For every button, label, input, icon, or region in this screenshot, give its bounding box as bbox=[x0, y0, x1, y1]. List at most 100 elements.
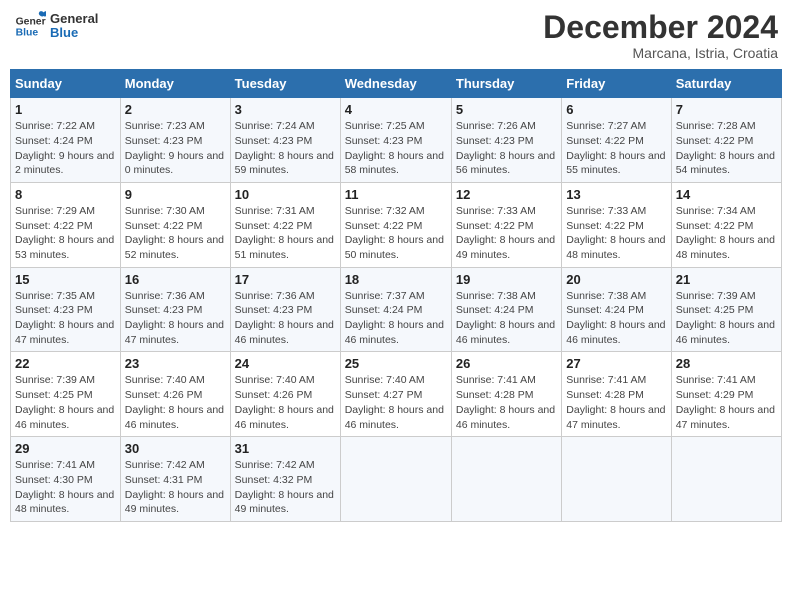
day-number: 31 bbox=[235, 441, 336, 456]
calendar-table: SundayMondayTuesdayWednesdayThursdayFrid… bbox=[10, 69, 782, 522]
logo: General Blue General Blue bbox=[14, 10, 98, 42]
calendar-cell: 13 Sunrise: 7:33 AMSunset: 4:22 PMDayligh… bbox=[562, 182, 671, 267]
header-thursday: Thursday bbox=[451, 70, 561, 98]
day-info: Sunrise: 7:36 AMSunset: 4:23 PMDaylight:… bbox=[235, 290, 334, 346]
calendar-title: December 2024 bbox=[543, 10, 778, 45]
calendar-cell: 26Sunrise: 7:41 AMSunset: 4:28 PMDayligh… bbox=[451, 352, 561, 437]
day-number: 9 bbox=[125, 187, 226, 202]
day-info: Sunrise: 7:31 AMSunset: 4:22 PMDaylight:… bbox=[235, 205, 334, 261]
header-sunday: Sunday bbox=[11, 70, 121, 98]
day-info: Sunrise: 7:41 AMSunset: 4:28 PMDaylight:… bbox=[566, 374, 665, 430]
header-friday: Friday bbox=[562, 70, 671, 98]
calendar-cell: 16 Sunrise: 7:36 AMSunset: 4:23 PMDayligh… bbox=[120, 267, 230, 352]
day-info: Sunrise: 7:33 AMSunset: 4:22 PMDaylight:… bbox=[566, 205, 665, 261]
calendar-cell bbox=[562, 437, 671, 522]
calendar-cell: 17 Sunrise: 7:36 AMSunset: 4:23 PMDayligh… bbox=[230, 267, 340, 352]
day-info: Sunrise: 7:36 AMSunset: 4:23 PMDaylight:… bbox=[125, 290, 224, 346]
day-info: Sunrise: 7:33 AMSunset: 4:22 PMDaylight:… bbox=[456, 205, 555, 261]
day-info: Sunrise: 7:39 AMSunset: 4:25 PMDaylight:… bbox=[676, 290, 775, 346]
day-number: 30 bbox=[125, 441, 226, 456]
calendar-subtitle: Marcana, Istria, Croatia bbox=[543, 45, 778, 61]
day-info: Sunrise: 7:23 AMSunset: 4:23 PMDaylight:… bbox=[125, 120, 224, 176]
header-saturday: Saturday bbox=[671, 70, 781, 98]
calendar-cell: 14Sunrise: 7:34 AMSunset: 4:22 PMDayligh… bbox=[671, 182, 781, 267]
day-info: Sunrise: 7:41 AMSunset: 4:30 PMDaylight:… bbox=[15, 459, 114, 515]
day-info: Sunrise: 7:37 AMSunset: 4:24 PMDaylight:… bbox=[345, 290, 444, 346]
calendar-cell: 12 Sunrise: 7:33 AMSunset: 4:22 PMDayligh… bbox=[451, 182, 561, 267]
day-number: 15 bbox=[15, 272, 116, 287]
day-number: 16 bbox=[125, 272, 226, 287]
day-number: 23 bbox=[125, 356, 226, 371]
day-info: Sunrise: 7:40 AMSunset: 4:26 PMDaylight:… bbox=[125, 374, 224, 430]
calendar-cell: 25 Sunrise: 7:40 AMSunset: 4:27 PMDayligh… bbox=[340, 352, 451, 437]
calendar-cell: 7 Sunrise: 7:28 AMSunset: 4:22 PMDaylight… bbox=[671, 98, 781, 183]
calendar-cell: 10 Sunrise: 7:31 AMSunset: 4:22 PMDayligh… bbox=[230, 182, 340, 267]
calendar-cell: 27 Sunrise: 7:41 AMSunset: 4:28 PMDayligh… bbox=[562, 352, 671, 437]
calendar-cell: 31Sunrise: 7:42 AMSunset: 4:32 PMDayligh… bbox=[230, 437, 340, 522]
day-number: 24 bbox=[235, 356, 336, 371]
calendar-cell: 15 Sunrise: 7:35 AMSunset: 4:23 PMDayligh… bbox=[11, 267, 121, 352]
svg-text:Blue: Blue bbox=[16, 28, 39, 39]
day-info: Sunrise: 7:22 AMSunset: 4:24 PMDaylight:… bbox=[15, 120, 114, 176]
day-info: Sunrise: 7:35 AMSunset: 4:23 PMDaylight:… bbox=[15, 290, 114, 346]
calendar-cell: 19Sunrise: 7:38 AMSunset: 4:24 PMDayligh… bbox=[451, 267, 561, 352]
calendar-cell bbox=[340, 437, 451, 522]
day-number: 17 bbox=[235, 272, 336, 287]
day-info: Sunrise: 7:40 AMSunset: 4:26 PMDaylight:… bbox=[235, 374, 334, 430]
day-number: 22 bbox=[15, 356, 116, 371]
header-monday: Monday bbox=[120, 70, 230, 98]
day-number: 6 bbox=[566, 102, 666, 117]
day-info: Sunrise: 7:40 AMSunset: 4:27 PMDaylight:… bbox=[345, 374, 444, 430]
day-number: 29 bbox=[15, 441, 116, 456]
day-number: 8 bbox=[15, 187, 116, 202]
calendar-week-2: 8Sunrise: 7:29 AMSunset: 4:22 PMDaylight… bbox=[11, 182, 782, 267]
calendar-cell: 22 Sunrise: 7:39 AMSunset: 4:25 PMDayligh… bbox=[11, 352, 121, 437]
day-info: Sunrise: 7:42 AMSunset: 4:31 PMDaylight:… bbox=[125, 459, 224, 515]
calendar-cell: 9 Sunrise: 7:30 AMSunset: 4:22 PMDaylight… bbox=[120, 182, 230, 267]
calendar-cell: 24 Sunrise: 7:40 AMSunset: 4:26 PMDayligh… bbox=[230, 352, 340, 437]
calendar-cell: 3 Sunrise: 7:24 AMSunset: 4:23 PMDaylight… bbox=[230, 98, 340, 183]
header-tuesday: Tuesday bbox=[230, 70, 340, 98]
calendar-cell: 21 Sunrise: 7:39 AMSunset: 4:25 PMDayligh… bbox=[671, 267, 781, 352]
day-number: 10 bbox=[235, 187, 336, 202]
day-number: 4 bbox=[345, 102, 447, 117]
calendar-week-5: 29 Sunrise: 7:41 AMSunset: 4:30 PMDayligh… bbox=[11, 437, 782, 522]
day-number: 20 bbox=[566, 272, 666, 287]
day-info: Sunrise: 7:27 AMSunset: 4:22 PMDaylight:… bbox=[566, 120, 665, 176]
calendar-header-row: SundayMondayTuesdayWednesdayThursdayFrid… bbox=[11, 70, 782, 98]
calendar-cell: 11Sunrise: 7:32 AMSunset: 4:22 PMDayligh… bbox=[340, 182, 451, 267]
day-info: Sunrise: 7:38 AMSunset: 4:24 PMDaylight:… bbox=[566, 290, 665, 346]
calendar-cell bbox=[451, 437, 561, 522]
day-number: 25 bbox=[345, 356, 447, 371]
day-info: Sunrise: 7:28 AMSunset: 4:22 PMDaylight:… bbox=[676, 120, 775, 176]
day-number: 12 bbox=[456, 187, 557, 202]
calendar-week-1: 1 Sunrise: 7:22 AMSunset: 4:24 PMDaylight… bbox=[11, 98, 782, 183]
day-number: 27 bbox=[566, 356, 666, 371]
title-block: December 2024 Marcana, Istria, Croatia bbox=[543, 10, 778, 61]
day-info: Sunrise: 7:41 AMSunset: 4:29 PMDaylight:… bbox=[676, 374, 775, 430]
day-number: 13 bbox=[566, 187, 666, 202]
day-info: Sunrise: 7:26 AMSunset: 4:23 PMDaylight:… bbox=[456, 120, 555, 176]
day-number: 1 bbox=[15, 102, 116, 117]
calendar-week-4: 22 Sunrise: 7:39 AMSunset: 4:25 PMDayligh… bbox=[11, 352, 782, 437]
calendar-cell: 29 Sunrise: 7:41 AMSunset: 4:30 PMDayligh… bbox=[11, 437, 121, 522]
day-info: Sunrise: 7:39 AMSunset: 4:25 PMDaylight:… bbox=[15, 374, 114, 430]
day-info: Sunrise: 7:30 AMSunset: 4:22 PMDaylight:… bbox=[125, 205, 224, 261]
calendar-cell: 6 Sunrise: 7:27 AMSunset: 4:22 PMDaylight… bbox=[562, 98, 671, 183]
calendar-cell: 28Sunrise: 7:41 AMSunset: 4:29 PMDayligh… bbox=[671, 352, 781, 437]
calendar-cell: 4Sunrise: 7:25 AMSunset: 4:23 PMDaylight… bbox=[340, 98, 451, 183]
calendar-cell bbox=[671, 437, 781, 522]
logo-general: General bbox=[50, 12, 98, 26]
day-number: 21 bbox=[676, 272, 777, 287]
calendar-cell: 30 Sunrise: 7:42 AMSunset: 4:31 PMDayligh… bbox=[120, 437, 230, 522]
logo-blue: Blue bbox=[50, 26, 98, 40]
day-number: 26 bbox=[456, 356, 557, 371]
day-number: 3 bbox=[235, 102, 336, 117]
logo-icon: General Blue bbox=[14, 10, 46, 42]
day-info: Sunrise: 7:24 AMSunset: 4:23 PMDaylight:… bbox=[235, 120, 334, 176]
calendar-cell: 20 Sunrise: 7:38 AMSunset: 4:24 PMDayligh… bbox=[562, 267, 671, 352]
day-number: 18 bbox=[345, 272, 447, 287]
calendar-cell: 18 Sunrise: 7:37 AMSunset: 4:24 PMDayligh… bbox=[340, 267, 451, 352]
calendar-week-3: 15 Sunrise: 7:35 AMSunset: 4:23 PMDayligh… bbox=[11, 267, 782, 352]
day-number: 7 bbox=[676, 102, 777, 117]
